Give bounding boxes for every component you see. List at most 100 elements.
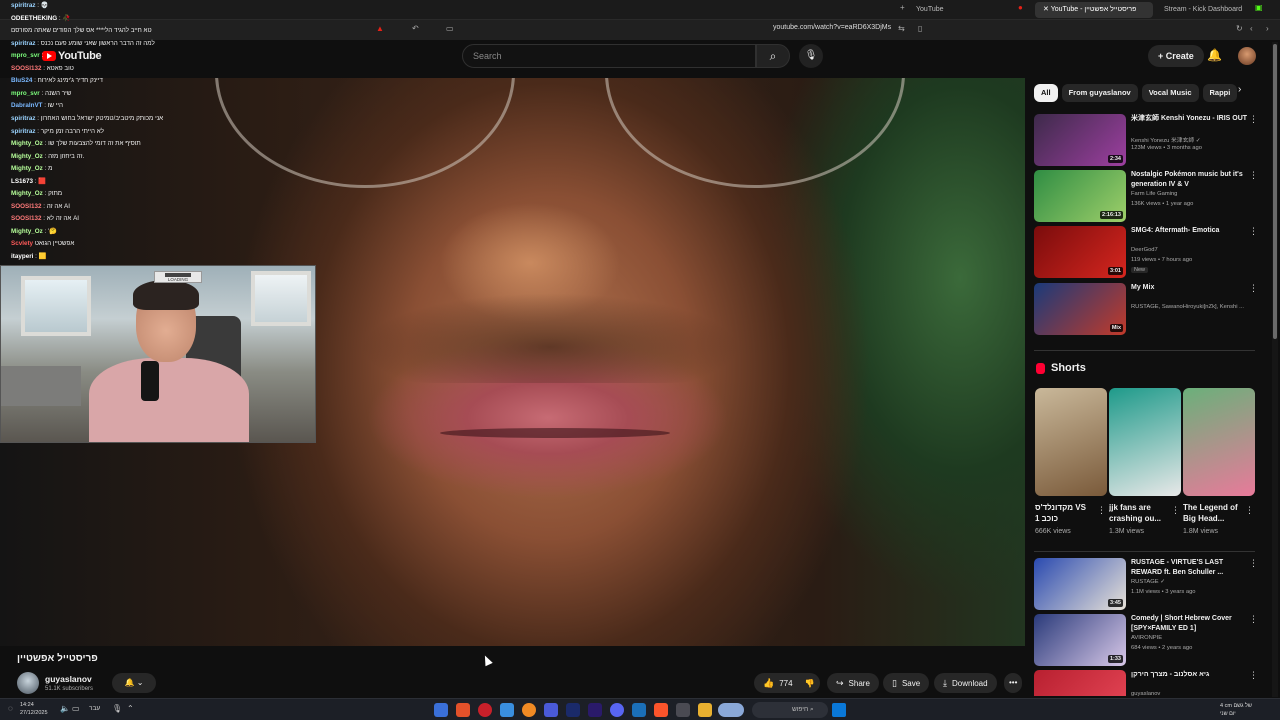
forward-icon[interactable]: › (1266, 24, 1269, 33)
chat-username[interactable]: SOOSI132 (11, 215, 41, 222)
mic-icon[interactable]: 🎙 (799, 44, 823, 68)
tab-icon[interactable]: ▭ (446, 24, 454, 33)
chat-username[interactable]: Mighty_Oz (11, 153, 43, 160)
recommended-video[interactable]: 1:33 Comedy | Short Hebrew Cover [SPY×FAM… (1034, 614, 1259, 666)
filter-chip[interactable]: Rappi (1202, 84, 1238, 102)
account-avatar[interactable] (1238, 47, 1256, 65)
recommended-video[interactable]: 3:45 RUSTAGE - VIRTUE'S LAST REWARD ft. B… (1034, 558, 1259, 610)
tab-youtube-active[interactable]: ✕ YouTube - פריסטייל אפשטיין (1035, 2, 1153, 18)
reload-icon[interactable]: ↻ (1236, 24, 1243, 33)
taskbar-search[interactable]: חיפוש ⌕ (752, 702, 828, 718)
recommended-video-title[interactable]: גיא אסלנוב - מצרך הירקן (1131, 670, 1249, 680)
recommended-video-title[interactable]: 米津玄師 Kenshi Yonezu - IRIS OUT (1131, 114, 1249, 124)
search-icon[interactable]: ⌕ (756, 44, 790, 68)
filter-chip[interactable]: From guyaslanov (1061, 84, 1138, 102)
chat-username[interactable]: mpro_svr (11, 90, 40, 97)
back-icon[interactable]: ‹ (1250, 24, 1253, 33)
short-thumbnail[interactable] (1183, 388, 1255, 496)
save-button[interactable]: ▯ Save (883, 673, 930, 693)
taskbar-app-icon[interactable] (676, 703, 690, 717)
taskbar-app-icon[interactable] (500, 703, 514, 717)
recommended-video-title[interactable]: My Mix (1131, 283, 1249, 293)
recommended-video-title[interactable]: Comedy | Short Hebrew Cover [SPY×FAMILY … (1131, 614, 1249, 634)
chat-username[interactable]: SOOSI132 (11, 65, 41, 72)
more-actions-button[interactable]: ••• (1004, 673, 1023, 693)
chat-username[interactable]: Mighty_Oz (11, 140, 43, 147)
windows-start-icon[interactable] (832, 703, 846, 717)
taskbar-app-icon[interactable] (588, 703, 602, 717)
short-title[interactable]: מקדונלד'ס VS כוכב 1 (1035, 502, 1095, 524)
taskbar-app-icon[interactable] (654, 703, 668, 717)
chat-username[interactable]: spiritraz (11, 115, 36, 122)
recommended-video[interactable]: גיא אסלנוב - מצרך הירקן guyaslanov ⋮ (1034, 670, 1259, 696)
taskbar-app-icon[interactable] (434, 703, 448, 717)
thumbs-down-icon[interactable]: 👎 (805, 679, 815, 688)
share-button[interactable]: ↪ Share (827, 673, 879, 693)
more-options-icon[interactable]: ⋮ (1249, 170, 1258, 181)
chat-username[interactable]: mpro_svr (11, 52, 40, 59)
language-indicator[interactable]: עבר (89, 705, 100, 712)
video-thumbnail[interactable]: Mix (1034, 283, 1126, 335)
video-thumbnail[interactable]: 3:45 (1034, 558, 1126, 610)
taskbar-app-icon[interactable] (522, 703, 536, 717)
short-thumbnail[interactable] (1035, 388, 1107, 496)
kick-icon[interactable]: ▣ (1255, 3, 1263, 12)
chat-username[interactable]: LS1673 (11, 178, 33, 185)
more-options-icon[interactable]: ⋮ (1249, 283, 1258, 294)
system-clock[interactable]: 14:24 27/12/2025 (20, 701, 48, 717)
taskbar-app-icon[interactable] (478, 703, 492, 717)
chat-username[interactable]: Mighty_Oz (11, 228, 43, 235)
channel-name[interactable]: guyaslanov (45, 674, 92, 684)
video-thumbnail[interactable]: 3:01 (1034, 226, 1126, 278)
chat-username[interactable]: itayperi (11, 253, 33, 260)
more-options-icon[interactable]: ⋮ (1097, 505, 1106, 516)
volume-icon[interactable]: 🔈 (60, 704, 70, 713)
video-thumbnail[interactable]: 1:33 (1034, 614, 1126, 666)
taskbar-app-icon[interactable] (632, 703, 646, 717)
create-button[interactable]: + Create (1148, 45, 1204, 67)
network-icon[interactable]: ▭ (72, 704, 80, 713)
chat-username[interactable]: spiritraz (11, 2, 36, 9)
filter-chip[interactable]: Vocal Music (1141, 84, 1199, 102)
chat-username[interactable]: ODEETHEKING (11, 15, 57, 22)
scrollbar-thumb[interactable] (1273, 44, 1277, 339)
chat-username[interactable]: Scvlety (11, 240, 33, 247)
recommended-video[interactable]: Mix My Mix RUSTAGE, SawanoHiroyuki[nZk], K… (1034, 283, 1259, 335)
taskbar-app-icon[interactable] (698, 703, 712, 717)
taskbar-app-icon[interactable] (544, 703, 558, 717)
recommended-video[interactable]: 2:34 米津玄師 Kenshi Yonezu - IRIS OUT Kenshi … (1034, 114, 1259, 166)
more-options-icon[interactable]: ⋮ (1245, 505, 1254, 516)
notification-icon[interactable]: ◌ (8, 704, 13, 713)
taskbar-app-icon[interactable] (456, 703, 470, 717)
video-thumbnail[interactable] (1034, 670, 1126, 696)
weather-widget[interactable]: 4 cm של גשם יום שני (1220, 702, 1252, 718)
chat-username[interactable]: SOOSI132 (11, 203, 41, 210)
more-options-icon[interactable]: ⋮ (1249, 226, 1258, 237)
more-options-icon[interactable]: ⋮ (1249, 558, 1258, 569)
more-options-icon[interactable]: ⋮ (1249, 114, 1258, 125)
tune-icon[interactable]: ⇆ (898, 24, 905, 33)
more-options-icon[interactable]: ⋮ (1249, 614, 1258, 625)
short-title[interactable]: jjk fans are crashing ou... (1109, 502, 1169, 524)
chat-username[interactable]: spiritraz (11, 128, 36, 135)
notifications-bell-icon[interactable]: 🔔 (1207, 48, 1222, 62)
bookmark-icon[interactable]: ▯ (918, 24, 922, 33)
tab-kick-dashboard[interactable]: Stream - Kick Dashboard (1156, 2, 1250, 18)
chat-username[interactable]: DabraInVT (11, 102, 43, 109)
download-button[interactable]: ⤓ Download (934, 673, 997, 693)
subscribed-bell-button[interactable]: 🔔 ⌄ (112, 673, 156, 693)
short-thumbnail[interactable] (1109, 388, 1181, 496)
chat-username[interactable]: Mighty_Oz (11, 190, 43, 197)
more-options-icon[interactable]: ⋮ (1171, 505, 1180, 516)
recommended-video-title[interactable]: RUSTAGE - VIRTUE'S LAST REWARD ft. Ben S… (1131, 558, 1249, 578)
tab-youtube[interactable]: YouTube (908, 2, 952, 18)
new-tab-icon[interactable]: + (900, 3, 905, 12)
close-tab-icon[interactable]: ✕ (1043, 6, 1051, 13)
chevron-up-icon[interactable]: ⌃ (127, 704, 134, 713)
chat-username[interactable]: spiritraz (11, 40, 36, 47)
recommended-video-title[interactable]: SMG4: Aftermath- Emotica (1131, 226, 1249, 236)
chat-username[interactable]: Mighty_Oz (11, 165, 43, 172)
taskbar-app-icon[interactable] (610, 703, 624, 717)
video-thumbnail[interactable]: 2:34 (1034, 114, 1126, 166)
recommended-video-title[interactable]: Nostalgic Pokémon music but it's generat… (1131, 170, 1249, 190)
